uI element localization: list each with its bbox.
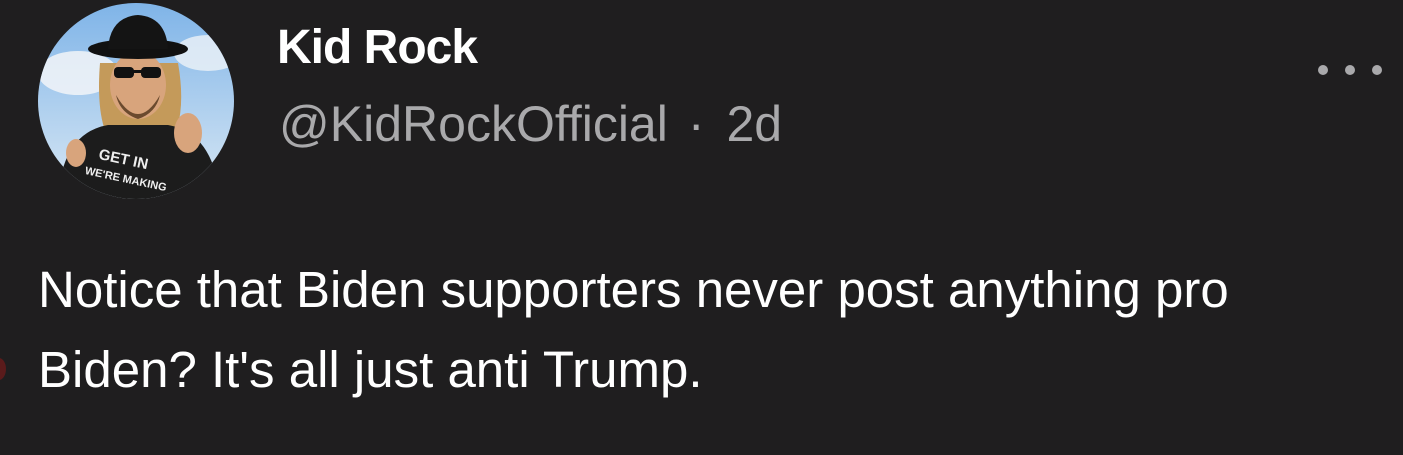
avatar[interactable]: GET IN WE'RE MAKING (38, 3, 234, 199)
more-dot (1318, 65, 1328, 75)
edge-decoration (0, 358, 6, 380)
more-dot (1345, 65, 1355, 75)
meta-separator: · (687, 96, 705, 152)
tweet-card: GET IN WE'RE MAKING Kid Rock @KidRockOff… (0, 0, 1403, 455)
user-handle[interactable]: @KidRockOfficial (279, 95, 668, 153)
avatar-image: GET IN WE'RE MAKING (38, 3, 234, 199)
more-horizontal-icon[interactable] (1318, 58, 1382, 82)
timestamp[interactable]: 2d (727, 95, 783, 153)
display-name[interactable]: Kid Rock (277, 20, 478, 75)
tweet-meta: @KidRockOfficial · 2d (279, 95, 782, 153)
tweet-text: Notice that Biden supporters never post … (38, 261, 1229, 398)
more-dot (1372, 65, 1382, 75)
